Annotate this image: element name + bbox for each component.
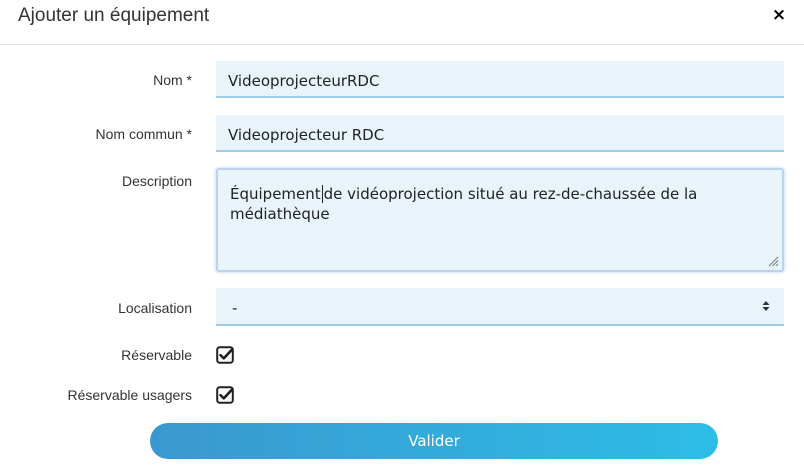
submit-button[interactable]: Valider (150, 423, 718, 459)
reservable-checkbox-icon[interactable] (216, 346, 234, 364)
text-caret (321, 185, 323, 203)
reservable-label: Réservable (121, 347, 192, 363)
nom-label: Nom * (153, 72, 192, 88)
nom-commun-value: Videoprojecteur RDC (228, 126, 385, 144)
dialog-title: Ajouter un équipement (18, 5, 210, 26)
description-label: Description (121, 173, 192, 189)
select-arrows-icon (762, 301, 770, 311)
close-icon[interactable]: × (770, 5, 788, 25)
description-text-start: Équipement (230, 185, 321, 203)
nom-value: VideoprojecteurRDC (228, 72, 380, 90)
nom-commun-label: Nom commun * (95, 126, 192, 142)
reservable-usagers-label: Réservable usagers (67, 387, 192, 403)
nom-commun-input[interactable]: Videoprojecteur RDC (216, 115, 784, 152)
nom-input[interactable]: VideoprojecteurRDC (216, 61, 784, 98)
resize-grip-icon[interactable] (768, 256, 779, 267)
add-equipment-dialog: Ajouter un équipement × Nom * Videoproje… (0, 0, 804, 470)
reservable-usagers-checkbox-icon[interactable] (216, 386, 234, 404)
description-textarea[interactable]: Équipement de vidéoprojection situé au re… (216, 168, 784, 272)
dialog-header: Ajouter un équipement × (0, 0, 804, 45)
localisation-select[interactable]: - (216, 288, 784, 326)
localisation-value: - (232, 299, 238, 317)
localisation-label: Localisation (118, 300, 192, 316)
